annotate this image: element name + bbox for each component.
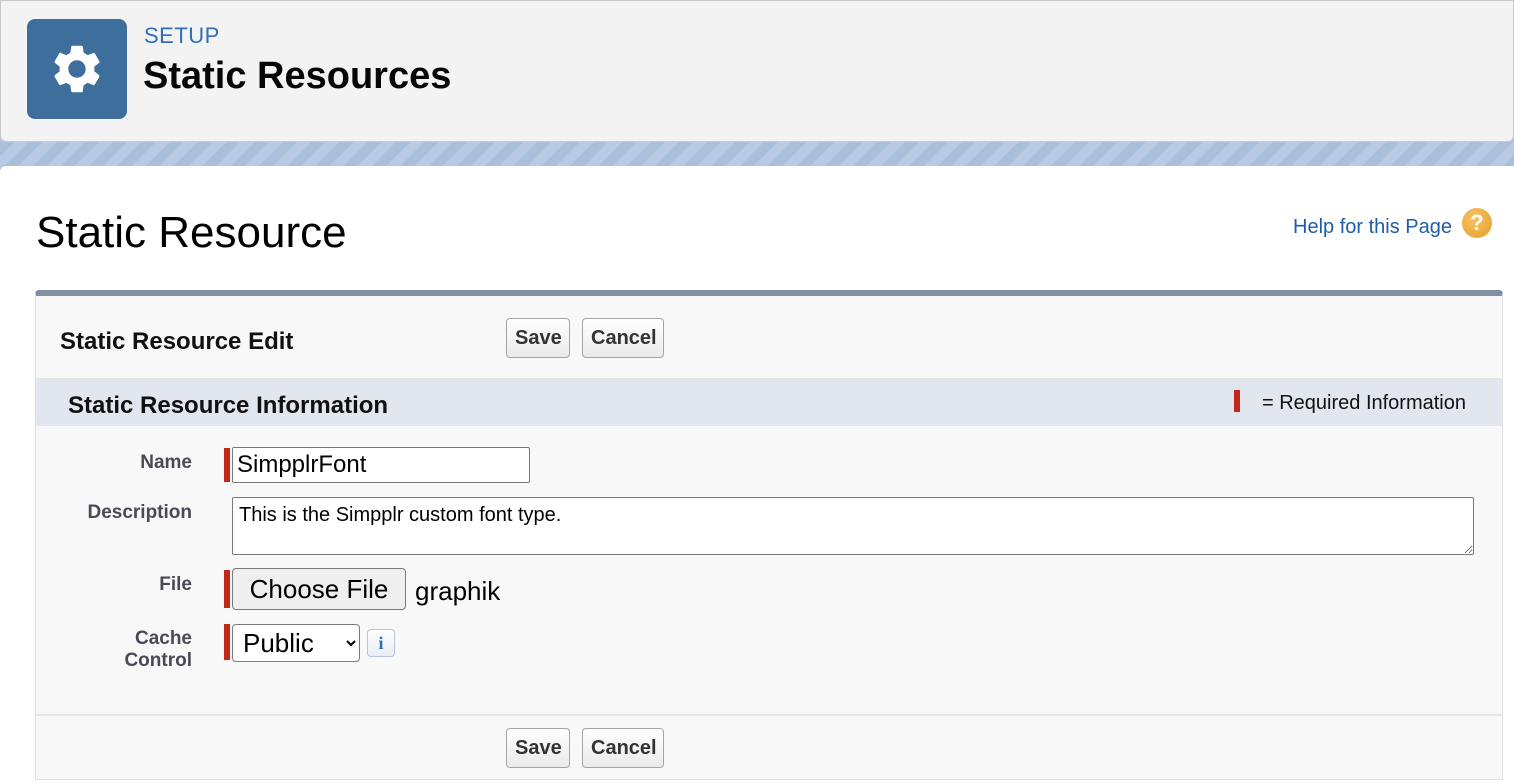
divider: [36, 714, 1502, 716]
setup-title: Static Resources: [143, 55, 452, 97]
main-content: Static Resource Help for this Page ? Sta…: [0, 166, 1514, 784]
cache-control-select[interactable]: Public: [232, 624, 360, 662]
setup-label[interactable]: SETUP: [144, 23, 220, 49]
required-marker-file: [224, 570, 230, 608]
panel-title: Static Resource Edit: [60, 328, 294, 355]
help-link[interactable]: Help for this Page: [1293, 216, 1452, 239]
choose-file-button[interactable]: Choose File: [232, 568, 406, 610]
description-label: Description: [87, 502, 192, 523]
required-marker-cache: [224, 624, 230, 660]
file-label: File: [159, 574, 192, 595]
cache-control-label: Cache Control: [72, 628, 192, 672]
section-title: Static Resource Information: [68, 392, 389, 419]
cache-label-line1: Cache: [134, 628, 192, 649]
decorative-banner: [0, 142, 1514, 168]
question-icon[interactable]: ?: [1462, 208, 1492, 238]
required-marker-name: [224, 448, 230, 482]
page-title: Static Resource: [36, 208, 347, 257]
cancel-button-bottom[interactable]: Cancel: [582, 728, 664, 768]
section-header: Static Resource Information = Required I…: [36, 380, 1502, 426]
setup-header: SETUP Static Resources: [0, 0, 1514, 142]
required-marker-legend: [1234, 390, 1240, 412]
edit-panel: Static Resource Edit Save Cancel Static …: [35, 290, 1503, 780]
required-legend: = Required Information: [1261, 392, 1466, 414]
gear-icon: [27, 19, 127, 119]
info-icon[interactable]: i: [367, 629, 395, 657]
name-input[interactable]: [232, 447, 530, 483]
save-button-top[interactable]: Save: [506, 318, 570, 358]
cache-label-line2: Control: [124, 650, 192, 671]
description-input[interactable]: This is the Simpplr custom font type.: [232, 497, 1474, 555]
file-name: graphik: [415, 576, 501, 606]
cancel-button-top[interactable]: Cancel: [582, 318, 664, 358]
name-label: Name: [140, 452, 192, 473]
save-button-bottom[interactable]: Save: [506, 728, 570, 768]
